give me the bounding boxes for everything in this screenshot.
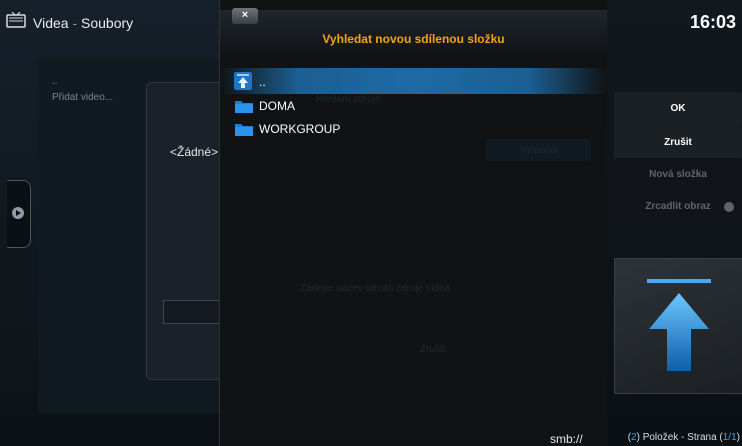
breadcrumb-separator: - — [72, 15, 78, 31]
page-indicator: 1/1 — [722, 432, 737, 443]
item-count: 2 — [631, 432, 637, 443]
close-button[interactable]: × — [232, 8, 258, 24]
list-item-parent: .. — [52, 76, 58, 87]
file-row-parent[interactable]: .. — [220, 68, 607, 94]
folder-icon — [235, 101, 253, 113]
list-item-add-video: Přidat video... — [52, 92, 114, 103]
breadcrumb-app: Videa — [33, 15, 69, 31]
selected-item-thumbnail — [614, 258, 742, 394]
side-menu-tab[interactable] — [7, 180, 31, 248]
items-label: Položek - Strana — [642, 432, 717, 443]
play-icon — [12, 207, 24, 219]
mirror-image-label: Zrcadlit obraz — [645, 201, 711, 212]
folder-icon — [235, 124, 253, 136]
current-path: smb:// — [550, 432, 583, 446]
ghost-text-2: Vyhledat — [520, 145, 559, 156]
folder-up-icon — [234, 72, 252, 90]
source-value: <Žádné> — [170, 145, 219, 159]
source-name-field — [163, 300, 221, 324]
breadcrumb: Videa - Soubory — [33, 15, 133, 31]
tv-icon — [6, 12, 26, 28]
toggle-indicator-icon — [724, 202, 734, 212]
file-row-doma[interactable]: DOMA — [220, 95, 607, 117]
parent-folder-arrow-icon — [647, 279, 711, 371]
new-folder-button[interactable]: Nová složka — [614, 158, 742, 192]
status-bar: (2) Položek - Strana (1/1) — [627, 432, 740, 443]
browse-dialog: × Vyhledat novou sdílenou složku Hledání… — [219, 0, 607, 446]
breadcrumb-section: Soubory — [81, 15, 134, 31]
header: Videa - Soubory — [0, 0, 220, 40]
cancel-button[interactable]: Zrušit — [614, 126, 742, 160]
file-label: WORKGROUP — [259, 122, 341, 136]
file-label: .. — [259, 75, 266, 89]
file-row-workgroup[interactable]: WORKGROUP — [220, 118, 607, 140]
background-source-dialog — [146, 82, 221, 380]
ghost-text-3: Zrušit — [420, 344, 445, 355]
file-label: DOMA — [259, 99, 295, 113]
mirror-image-toggle[interactable]: Zrcadlit obraz — [614, 190, 742, 224]
dialog-title: Vyhledat novou sdílenou složku — [322, 32, 505, 46]
ghost-text-4: Zadejte název tohoto zdroje videa — [300, 283, 451, 294]
ok-button[interactable]: OK — [614, 92, 742, 126]
clock: 16:03 — [689, 12, 736, 32]
